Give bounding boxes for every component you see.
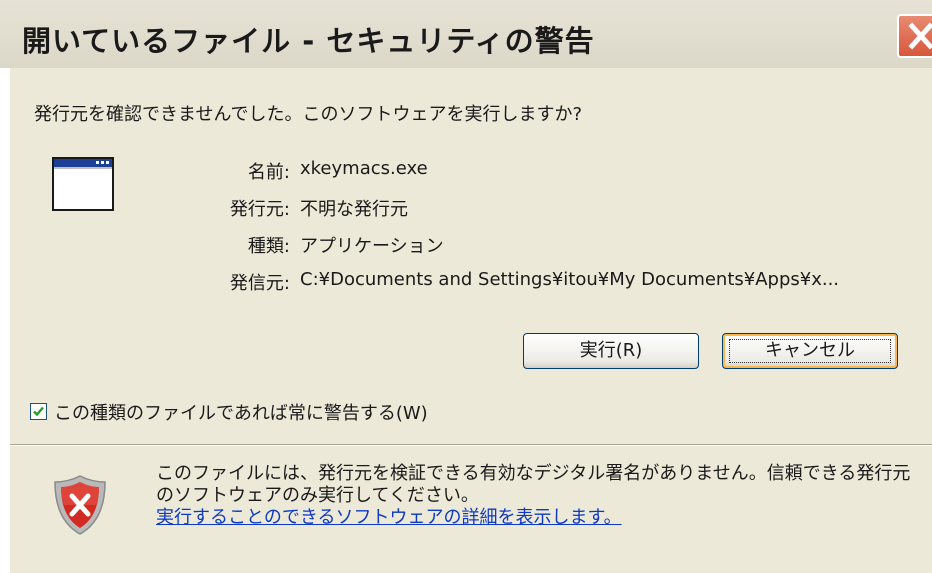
close-icon <box>908 22 932 50</box>
application-window-icon <box>52 157 114 211</box>
warning-message: このファイルには、発行元を検証できる有効なデジタル署名がありません。信頼できる発… <box>156 463 911 506</box>
source-label: 発信元: <box>229 273 290 294</box>
run-button[interactable]: 実行(R) <box>523 333 699 369</box>
run-question: 発行元を確認できませんでした。このソフトウェアを実行しますか? <box>34 104 583 125</box>
more-info-link[interactable]: 実行することのできるソフトウェアの詳細を表示します。 <box>156 507 622 528</box>
type-label: 種類: <box>247 236 290 257</box>
signature-warning: このファイルには、発行元を検証できる有効なデジタル署名がありません。信頼できる発… <box>156 463 916 529</box>
name-value: xkeymacs.exe <box>300 158 428 179</box>
cancel-button[interactable]: キャンセル <box>722 333 898 369</box>
name-label: 名前: <box>247 162 290 183</box>
type-value: アプリケーション <box>300 236 444 257</box>
checkmark-icon <box>33 406 44 417</box>
source-value: C:¥Documents and Settings¥itou¥My Docume… <box>300 269 840 290</box>
dialog-title: 開いているファイル - セキュリティの警告 <box>22 24 595 58</box>
close-button[interactable] <box>897 14 932 58</box>
focus-rectangle <box>729 339 891 363</box>
always-warn-label[interactable]: この種類のファイルであれば常に警告する(W) <box>54 399 428 425</box>
always-warn-checkbox[interactable] <box>30 403 47 420</box>
security-shield-icon <box>54 475 106 535</box>
publisher-value: 不明な発行元 <box>300 199 408 220</box>
title-bar: 開いているファイル - セキュリティの警告 <box>0 0 932 68</box>
separator <box>10 444 932 446</box>
publisher-label: 発行元: <box>229 199 290 220</box>
